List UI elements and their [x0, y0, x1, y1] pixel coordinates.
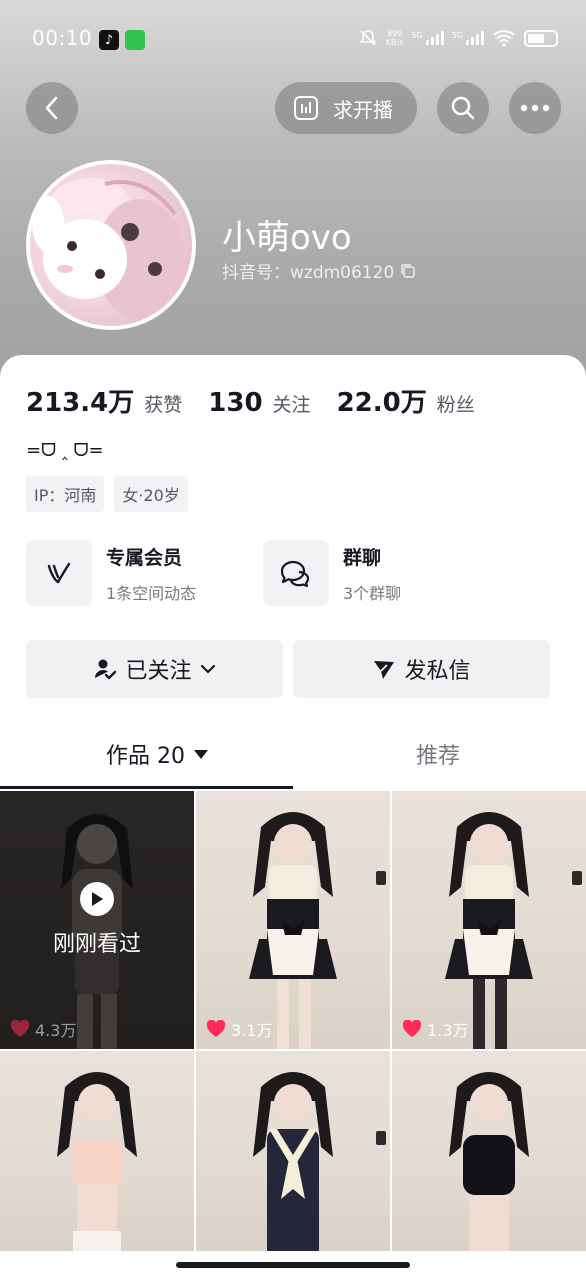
heart-icon	[10, 1020, 30, 1037]
recently-watched-label: 刚刚看过	[52, 932, 141, 957]
group-chat-subtitle: 3个群聊	[343, 583, 402, 603]
paper-plane-icon	[374, 661, 395, 679]
search-button[interactable]	[437, 82, 489, 134]
avatar[interactable]	[26, 160, 196, 330]
status-bar: 00:10 ♪ 890 KB/s 5G 5G	[0, 0, 586, 80]
video-likes: 4.3万	[10, 1017, 76, 1041]
play-icon	[80, 882, 114, 916]
recently-watched-overlay: 刚刚看过	[0, 791, 194, 1049]
video-thumbnail[interactable]: 刚刚看过 4.3万	[0, 791, 194, 1049]
wall-outlet	[376, 1131, 386, 1145]
video-cover-image	[249, 812, 337, 1049]
mute-icon	[358, 30, 377, 46]
tab-recommend-label: 推荐	[416, 744, 461, 769]
video-grid: 刚刚看过 4.3万 3.1万 1.3万	[0, 791, 586, 1251]
status-time: 00:10	[32, 26, 93, 50]
stat-following[interactable]: 130 关注	[208, 388, 310, 418]
caret-down-icon	[194, 750, 208, 759]
douyin-id: 抖音号：wzdm06120	[222, 258, 416, 283]
tiktok-notification-icon: ♪	[99, 30, 119, 50]
group-chat-entry[interactable]: 群聊 3个群聊	[263, 540, 401, 606]
search-icon	[451, 96, 475, 120]
membership-v-icon	[47, 562, 71, 584]
video-thumbnail[interactable]: 1.3万	[392, 791, 586, 1049]
signal-strength-1: 5G	[411, 31, 444, 45]
stat-likes-value: 213.4万	[26, 388, 135, 418]
video-likes: 3.1万	[206, 1017, 272, 1041]
video-thumbnail[interactable]	[392, 1051, 586, 1251]
tab-active-indicator	[0, 786, 293, 789]
group-chat-title: 群聊	[343, 546, 382, 569]
chevron-left-icon	[45, 96, 58, 120]
heart-icon	[402, 1020, 422, 1037]
back-button[interactable]	[26, 82, 78, 134]
video-thumbnail[interactable]	[196, 1051, 390, 1251]
video-cover-image	[445, 812, 533, 1049]
send-message-button[interactable]: 发私信	[293, 640, 550, 698]
stat-likes-label: 获赞	[144, 394, 183, 416]
profile-tags: IP：河南 女·20岁	[26, 476, 188, 512]
membership-icon-box	[26, 540, 92, 606]
video-thumbnail[interactable]	[0, 1051, 194, 1251]
request-live-label: 求开播	[333, 97, 393, 122]
stat-following-label: 关注	[272, 394, 311, 416]
app-notification-icon	[125, 30, 145, 50]
home-indicator[interactable]	[176, 1262, 410, 1268]
copy-icon[interactable]	[400, 263, 416, 279]
tag-gender-age: 女·20岁	[114, 476, 188, 512]
live-chart-icon	[294, 96, 318, 120]
person-check-icon	[95, 659, 117, 680]
send-message-label: 发私信	[404, 659, 471, 684]
membership-entry[interactable]: 专属会员 1条空间动态	[26, 540, 196, 606]
video-likes-count: 3.1万	[231, 1021, 273, 1040]
membership-subtitle: 1条空间动态	[106, 583, 197, 603]
more-button[interactable]	[509, 82, 561, 134]
video-cover-image	[449, 1072, 529, 1251]
stat-followers-label: 粉丝	[436, 394, 475, 416]
wall-outlet	[376, 871, 386, 885]
battery-icon	[524, 29, 558, 47]
avatar-image	[32, 178, 185, 319]
followed-label: 已关注	[125, 659, 192, 684]
video-likes-count: 1.3万	[427, 1021, 469, 1040]
stat-followers-value: 22.0万	[336, 388, 427, 418]
network-speed: 890 KB/s	[385, 29, 404, 47]
tab-recommend[interactable]: 推荐	[416, 738, 460, 770]
video-cover-image	[253, 1072, 333, 1251]
stat-likes: 213.4万 获赞	[26, 382, 182, 419]
group-chat-icon-box	[263, 540, 329, 606]
tab-works[interactable]: 作品 20	[106, 738, 209, 770]
stat-followers[interactable]: 22.0万 粉丝	[337, 382, 475, 419]
signal-strength-2: 5G	[452, 31, 484, 45]
membership-title: 专属会员	[106, 546, 183, 569]
stat-following-value: 130	[208, 388, 263, 418]
wifi-icon	[493, 30, 515, 47]
profile-name: 小萌ovo	[222, 218, 352, 258]
video-thumbnail[interactable]: 3.1万	[196, 791, 390, 1049]
heart-icon	[206, 1020, 226, 1037]
tag-ip-location: IP：河南	[26, 476, 105, 512]
tab-works-label: 作品 20	[106, 744, 185, 769]
video-likes: 1.3万	[402, 1017, 468, 1041]
chevron-down-icon	[200, 664, 215, 674]
chat-bubbles-icon	[280, 560, 310, 588]
video-cover-image	[57, 1072, 137, 1251]
douyin-id-text: 抖音号：wzdm06120	[222, 263, 395, 283]
followed-button[interactable]: 已关注	[26, 640, 283, 698]
more-dots-icon	[520, 104, 550, 112]
profile-stats: 213.4万 获赞 130 关注 22.0万 粉丝	[26, 382, 501, 419]
wall-outlet	[572, 871, 582, 885]
profile-signature: =ᗜ ‸ ᗜ=	[26, 440, 104, 461]
request-live-button[interactable]: 求开播	[275, 82, 417, 134]
video-likes-count: 4.3万	[35, 1021, 77, 1040]
